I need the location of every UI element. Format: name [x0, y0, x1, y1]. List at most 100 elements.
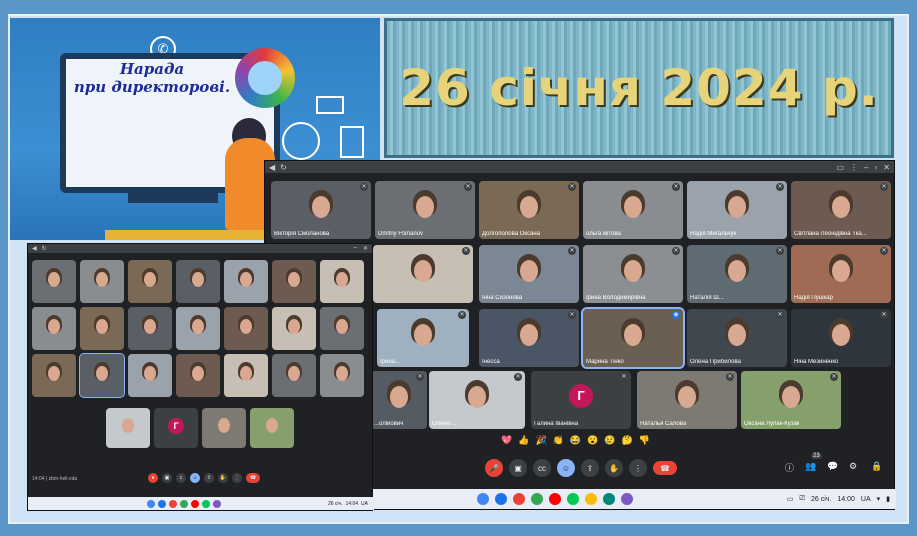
participant-tile[interactable] [224, 260, 268, 303]
emoji-button[interactable]: ☺ [557, 459, 575, 477]
docs-icon[interactable] [180, 499, 188, 508]
participant-tile[interactable]: ✕ Олена Прибилова [687, 309, 787, 367]
tray-cast-icon[interactable]: ⎚ [799, 495, 805, 503]
participant-tile[interactable]: ✕ Інна Сизонова [479, 245, 579, 303]
more-options-button[interactable]: ⋮ [629, 459, 647, 477]
participant-tile[interactable]: ✕ Світлана Леонідівна Тка... [791, 181, 891, 239]
people-icon[interactable]: 👥 [805, 461, 816, 472]
tray-locale[interactable]: UA [361, 501, 368, 507]
participant-tile[interactable] [272, 260, 316, 303]
participant-tile[interactable]: ✕ Dmitriy Ftimanov [375, 181, 475, 239]
chat-icon[interactable]: 💬 [827, 461, 838, 472]
participant-tile[interactable]: Г ✕ Галина Іванівна [531, 371, 631, 429]
youtube-icon[interactable] [549, 493, 561, 505]
reaction-emoji[interactable]: 👎 [639, 435, 650, 446]
captions-button[interactable]: cc [533, 459, 551, 477]
files-icon[interactable] [495, 493, 507, 505]
raise-hand-button[interactable]: ✋ [218, 473, 228, 483]
participant-tile[interactable] [250, 408, 294, 448]
captions-button[interactable]: c [176, 473, 186, 483]
leave-call-button[interactable]: ☎ [246, 473, 260, 483]
youtube-icon[interactable] [191, 499, 199, 508]
minimize-icon[interactable]: – [864, 163, 868, 172]
assistant-icon[interactable] [621, 493, 633, 505]
reaction-emoji[interactable]: 💖 [501, 435, 512, 446]
activities-icon[interactable]: ⚙ [849, 461, 857, 472]
camera-button[interactable]: ▣ [162, 473, 172, 483]
play-store-icon[interactable] [202, 499, 210, 508]
reaction-emoji[interactable]: 🤔 [622, 435, 633, 446]
participant-tile[interactable]: ◉ Марина Тінко [581, 307, 685, 369]
tray-time[interactable]: 14:00 [837, 496, 855, 503]
participant-tile[interactable]: ✕ Олена ... [429, 371, 525, 429]
participant-tile[interactable] [128, 260, 172, 303]
participant-tile[interactable] [320, 354, 364, 397]
participant-tile[interactable]: ✕ Ірина... [377, 309, 469, 367]
camera-button[interactable]: ▣ [509, 459, 527, 477]
info-icon[interactable]: ⓘ [785, 461, 794, 474]
participant-tile[interactable]: ✕ Наталія Ш... [687, 245, 787, 303]
participant-tile[interactable] [106, 408, 150, 448]
back-icon[interactable]: ◀ [32, 245, 37, 252]
more-options-button[interactable]: ⋮ [232, 473, 242, 483]
photos-icon[interactable] [585, 493, 597, 505]
raise-hand-button[interactable]: ✋ [605, 459, 623, 477]
participant-tile[interactable]: ✕ Оксана Лупак-Кузак [741, 371, 841, 429]
present-button[interactable]: ⇪ [581, 459, 599, 477]
participant-tile[interactable]: ✕ Вікторія Смоланова [271, 181, 371, 239]
participant-tile[interactable] [128, 307, 172, 350]
tray-icon[interactable]: ▭ [787, 495, 794, 503]
participant-tile[interactable] [79, 353, 125, 398]
tray-date[interactable]: 26 січ. [811, 496, 831, 503]
participant-tile[interactable]: ✕ ольга мітова [583, 181, 683, 239]
participant-tile[interactable] [202, 408, 246, 448]
participant-tile[interactable] [224, 307, 268, 350]
reaction-emoji[interactable]: 😂 [570, 435, 581, 446]
reaction-emoji[interactable]: 😢 [604, 435, 615, 446]
participant-tile[interactable] [224, 354, 268, 397]
files-icon[interactable] [158, 499, 166, 508]
refresh-icon[interactable]: ↻ [280, 163, 287, 172]
participant-tile[interactable]: ✕ Ірина Володимирівна [583, 245, 683, 303]
reaction-emoji[interactable]: 😮 [587, 435, 598, 446]
tray-date[interactable]: 26 січ. [328, 501, 343, 507]
participant-tile[interactable] [320, 260, 364, 303]
participant-tile[interactable]: ✕ [373, 245, 473, 303]
back-icon[interactable]: ◀ [269, 163, 275, 172]
close-icon[interactable]: ✕ [883, 163, 890, 172]
participant-tile[interactable]: Г [154, 408, 198, 448]
refresh-icon[interactable]: ↻ [42, 245, 47, 252]
participant-tile[interactable] [128, 354, 172, 397]
more-icon[interactable]: ⋮ [850, 163, 858, 172]
participant-tile[interactable] [320, 307, 364, 350]
leave-call-button[interactable]: ☎ [653, 461, 677, 475]
participant-tile[interactable]: ✕ Надія Пушкар [791, 245, 891, 303]
mic-off-button[interactable]: ● [148, 473, 158, 483]
chrome-icon[interactable] [147, 499, 155, 508]
participant-tile[interactable]: ✕ Надія Мигальчук [687, 181, 787, 239]
mic-off-button[interactable]: 🎤 [485, 459, 503, 477]
participant-tile[interactable]: ✕ Долгополова Оксана [479, 181, 579, 239]
participant-tile[interactable] [80, 307, 124, 350]
participant-tile[interactable] [176, 307, 220, 350]
participant-tile[interactable] [176, 260, 220, 303]
participant-tile[interactable] [80, 260, 124, 303]
reaction-emoji[interactable]: 👍 [518, 435, 529, 446]
lock-icon[interactable]: 🔒 [871, 461, 882, 472]
assistant-icon[interactable] [213, 499, 221, 508]
present-button[interactable]: ⇪ [204, 473, 214, 483]
gmail-icon[interactable] [513, 493, 525, 505]
participant-tile[interactable] [272, 307, 316, 350]
participant-tile[interactable]: ✕ ...олійович [371, 371, 427, 429]
play-store-icon[interactable] [567, 493, 579, 505]
participant-tile[interactable] [272, 354, 316, 397]
meet-icon[interactable] [603, 493, 615, 505]
minimize-icon[interactable]: – [354, 245, 357, 252]
tray-locale[interactable]: UA [861, 496, 871, 503]
tray-time[interactable]: 14:04 [346, 501, 359, 507]
participant-tile[interactable]: ✕ Інесса [479, 309, 579, 367]
chrome-icon[interactable] [477, 493, 489, 505]
reaction-emoji[interactable]: 👏 [553, 435, 564, 446]
docs-icon[interactable] [531, 493, 543, 505]
participant-tile[interactable] [32, 260, 76, 303]
